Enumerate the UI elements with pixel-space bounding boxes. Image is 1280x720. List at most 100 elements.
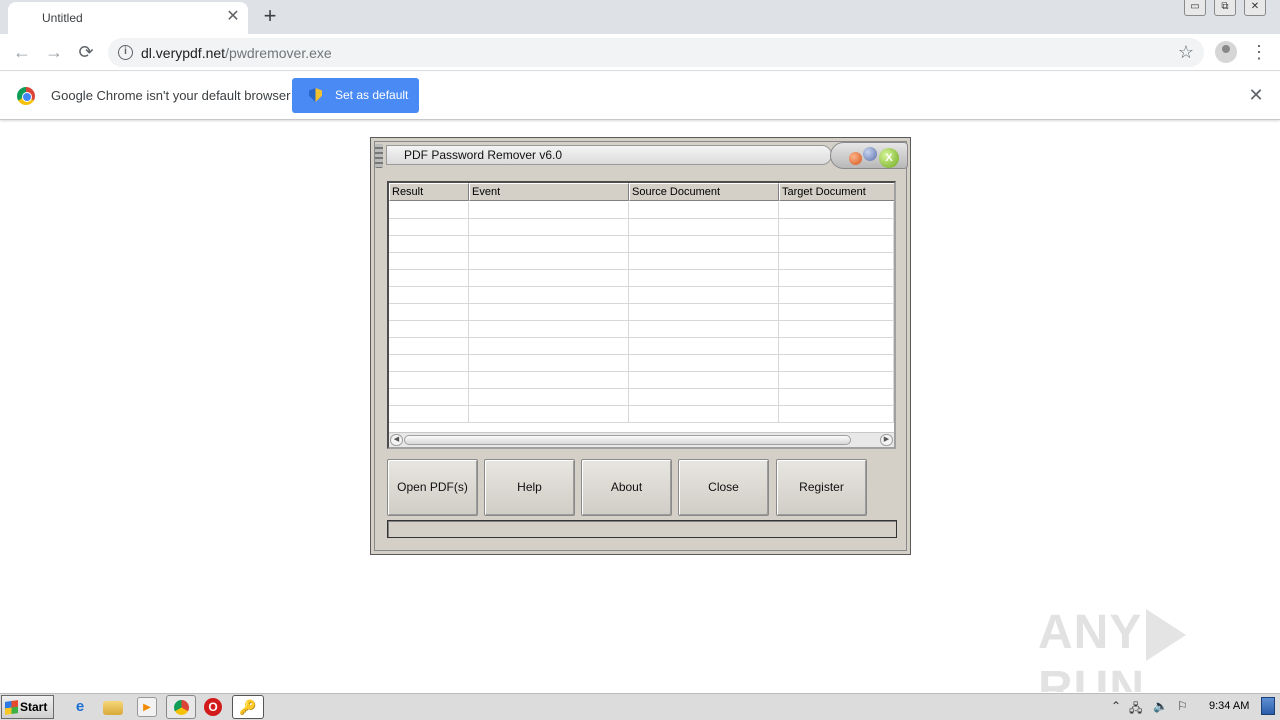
results-list[interactable]: Result Event Source Document Target Docu… bbox=[387, 181, 896, 449]
new-tab-button[interactable]: + bbox=[258, 4, 282, 28]
table-row[interactable] bbox=[389, 202, 894, 219]
register-button[interactable]: Register bbox=[776, 459, 867, 516]
table-cell bbox=[389, 270, 469, 286]
restore-window-button[interactable]: ⧉ bbox=[1214, 0, 1236, 16]
pwdremover-taskbar-icon[interactable]: 🔑 bbox=[232, 695, 264, 719]
table-cell bbox=[469, 202, 629, 218]
watermark-left: ANY bbox=[1038, 606, 1143, 659]
media-player-icon[interactable]: ▶ bbox=[137, 697, 157, 717]
start-button[interactable]: Start bbox=[1, 695, 54, 719]
table-cell bbox=[629, 236, 779, 252]
scroll-right-arrow-icon[interactable]: ▶ bbox=[880, 434, 893, 446]
browser-toolbar: ← → ⟳ i dl.verypdf.net/pwdremover.exe ☆ … bbox=[0, 34, 1280, 71]
scroll-left-arrow-icon[interactable]: ◀ bbox=[390, 434, 403, 446]
title-field: PDF Password Remover v6.0 bbox=[386, 145, 832, 165]
set-as-default-label: Set as default bbox=[335, 88, 409, 102]
tray-expand-icon[interactable]: ⌃ bbox=[1111, 699, 1121, 713]
column-header-target-document[interactable]: Target Document bbox=[779, 183, 894, 201]
opera-icon[interactable]: O bbox=[204, 698, 222, 716]
close-orb-icon[interactable]: X bbox=[879, 148, 899, 168]
list-header: Result Event Source Document Target Docu… bbox=[389, 183, 894, 201]
browser-tab[interactable]: Untitled ✕ bbox=[8, 2, 248, 34]
table-cell bbox=[779, 372, 894, 388]
reload-icon[interactable]: ⟳ bbox=[74, 40, 98, 64]
table-cell bbox=[469, 389, 629, 405]
start-label: Start bbox=[20, 700, 48, 714]
table-cell bbox=[469, 219, 629, 235]
table-cell bbox=[389, 406, 469, 422]
uac-shield-icon bbox=[309, 88, 322, 102]
table-row[interactable] bbox=[389, 406, 894, 423]
table-cell bbox=[629, 287, 779, 303]
table-cell bbox=[779, 270, 894, 286]
table-row[interactable] bbox=[389, 355, 894, 372]
clock[interactable]: 9:34 AM bbox=[1209, 700, 1249, 712]
infobar-close-icon[interactable]: ✕ bbox=[1246, 85, 1266, 105]
table-cell bbox=[389, 253, 469, 269]
table-row[interactable] bbox=[389, 321, 894, 338]
table-row[interactable] bbox=[389, 389, 894, 406]
show-desktop-button[interactable] bbox=[1261, 697, 1275, 715]
file-explorer-icon[interactable] bbox=[103, 701, 123, 715]
set-as-default-button[interactable]: Set as default bbox=[292, 78, 419, 113]
list-body bbox=[389, 202, 894, 430]
table-cell bbox=[629, 321, 779, 337]
table-cell bbox=[779, 406, 894, 422]
table-cell bbox=[469, 270, 629, 286]
close-button[interactable]: Close bbox=[678, 459, 769, 516]
table-cell bbox=[629, 338, 779, 354]
back-arrow-icon[interactable]: ← bbox=[10, 40, 34, 64]
about-button[interactable]: About bbox=[581, 459, 672, 516]
table-cell bbox=[779, 321, 894, 337]
table-row[interactable] bbox=[389, 338, 894, 355]
app-title: PDF Password Remover v6.0 bbox=[404, 148, 563, 162]
network-icon[interactable]: 🖧 bbox=[1129, 699, 1142, 720]
tab-close-icon[interactable]: ✕ bbox=[224, 8, 242, 26]
url-text[interactable]: dl.verypdf.net/pwdremover.exe bbox=[141, 45, 332, 61]
site-info-icon[interactable]: i bbox=[118, 45, 133, 60]
app-title-bar[interactable]: PDF Password Remover v6.0 X bbox=[374, 142, 908, 169]
internet-explorer-icon[interactable]: e bbox=[70, 697, 90, 717]
horizontal-scrollbar[interactable]: ◀ ▶ bbox=[389, 432, 894, 447]
minimize-orb-icon[interactable] bbox=[849, 152, 862, 165]
table-cell bbox=[629, 202, 779, 218]
column-header-source-document[interactable]: Source Document bbox=[629, 183, 779, 201]
table-row[interactable] bbox=[389, 219, 894, 236]
volume-icon[interactable]: 🔈 bbox=[1153, 699, 1168, 713]
table-row[interactable] bbox=[389, 372, 894, 389]
table-cell bbox=[629, 355, 779, 371]
drag-grip-icon[interactable] bbox=[375, 144, 383, 168]
table-cell bbox=[779, 236, 894, 252]
column-header-event[interactable]: Event bbox=[469, 183, 629, 201]
table-cell bbox=[469, 304, 629, 320]
close-window-button[interactable]: ✕ bbox=[1244, 0, 1266, 16]
bookmark-star-icon[interactable]: ☆ bbox=[1178, 42, 1194, 63]
table-cell bbox=[389, 321, 469, 337]
scroll-thumb[interactable] bbox=[404, 435, 851, 445]
profile-avatar-icon[interactable] bbox=[1215, 41, 1237, 63]
table-cell bbox=[469, 338, 629, 354]
table-cell bbox=[389, 287, 469, 303]
table-row[interactable] bbox=[389, 304, 894, 321]
open-pdfs-button[interactable]: Open PDF(s) bbox=[387, 459, 478, 516]
address-bar[interactable]: i dl.verypdf.net/pwdremover.exe ☆ bbox=[108, 38, 1204, 67]
help-button[interactable]: Help bbox=[484, 459, 575, 516]
table-cell bbox=[469, 287, 629, 303]
table-row[interactable] bbox=[389, 253, 894, 270]
table-cell bbox=[389, 304, 469, 320]
table-row[interactable] bbox=[389, 236, 894, 253]
column-header-result[interactable]: Result bbox=[389, 183, 469, 201]
forward-arrow-icon[interactable]: → bbox=[42, 40, 66, 64]
table-cell bbox=[389, 236, 469, 252]
chrome-taskbar-icon[interactable] bbox=[166, 695, 196, 719]
browser-menu-icon[interactable]: ⋮ bbox=[1250, 40, 1268, 64]
table-row[interactable] bbox=[389, 287, 894, 304]
table-cell bbox=[389, 372, 469, 388]
action-center-flag-icon[interactable]: ⚐ bbox=[1177, 699, 1188, 713]
maximize-orb-icon[interactable] bbox=[863, 147, 877, 161]
table-cell bbox=[389, 355, 469, 371]
status-bar bbox=[387, 520, 897, 538]
table-cell bbox=[469, 321, 629, 337]
table-row[interactable] bbox=[389, 270, 894, 287]
minimize-window-button[interactable]: ▭ bbox=[1184, 0, 1206, 16]
